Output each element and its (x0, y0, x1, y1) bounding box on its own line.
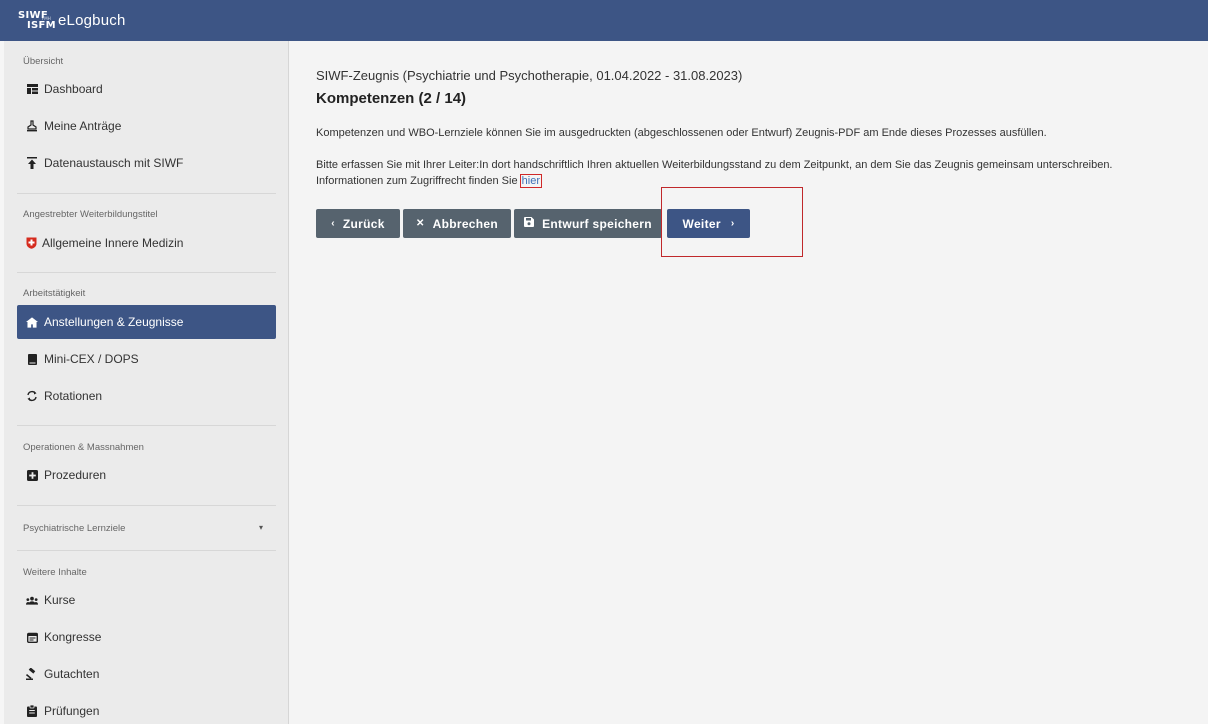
sidebar-divider (17, 193, 276, 194)
sidebar-section-operations: Operationen & Massnahmen (23, 442, 144, 453)
sidebar-item-innere-medizin[interactable]: Allgemeine Innere Medizin (17, 226, 276, 260)
sidebar-item-label: Datenaustausch mit SIWF (44, 156, 184, 170)
sidebar-item-minicex[interactable]: Mini-CEX / DOPS (17, 342, 276, 376)
main-content: SIWF-Zeugnis (Psychiatrie und Psychother… (290, 41, 1208, 724)
info-paragraph-2-line2: Informationen zum Zugriffrecht finden Si… (316, 175, 518, 187)
back-button-label: Zurück (342, 216, 385, 231)
plus-square-icon (26, 469, 38, 481)
sidebar-divider (17, 272, 276, 273)
app-logo[interactable]: SIWF FMH ISFM eLogbuch (18, 10, 126, 32)
annotation-highlight-box (661, 187, 803, 257)
sidebar-collapse-psych[interactable]: Psychiatrische Lernziele ▾ (23, 523, 263, 534)
sidebar-section-work: Arbeitstätigkeit (23, 288, 86, 299)
sidebar-item-anstellungen[interactable]: Anstellungen & Zeugnisse (17, 305, 276, 339)
users-icon (26, 594, 38, 606)
upload-icon (26, 157, 38, 169)
save-draft-button-label: Entwurf speichern (542, 216, 652, 231)
gavel-icon (26, 668, 38, 680)
sidebar-item-prozeduren[interactable]: Prozeduren (17, 458, 276, 492)
calendar-icon (26, 631, 38, 643)
info-paragraph-2-line1: Bitte erfassen Sie mit Ihrer Leiter:In d… (316, 159, 1113, 171)
sidebar-item-rotationen[interactable]: Rotationen (17, 379, 276, 413)
sidebar-item-label: Dashboard (44, 82, 103, 96)
dashboard-icon (26, 83, 38, 95)
sidebar-item-pruefungen[interactable]: Prüfungen (17, 694, 276, 724)
sidebar-divider (17, 425, 276, 426)
sidebar-item-gutachten[interactable]: Gutachten (17, 657, 276, 691)
book-icon (26, 353, 38, 365)
sidebar-item-label: Meine Anträge (44, 119, 122, 133)
close-icon: ✕ (415, 218, 425, 229)
sidebar-item-label: Mini-CEX / DOPS (44, 352, 139, 366)
sidebar: Übersicht Dashboard Meine Anträge Datena… (0, 41, 289, 724)
sidebar-item-label: Allgemeine Innere Medizin (42, 236, 184, 250)
logo-line2: ISFM (27, 19, 56, 31)
swiss-shield-icon (26, 237, 37, 249)
sidebar-item-label: Kongresse (44, 630, 102, 644)
stamp-icon (26, 120, 38, 132)
sidebar-item-label: Prüfungen (44, 704, 100, 718)
sidebar-item-dashboard[interactable]: Dashboard (17, 72, 276, 106)
sidebar-item-label: Kurse (44, 593, 76, 607)
sidebar-item-label: Prozeduren (44, 468, 107, 482)
sidebar-section-more: Weitere Inhalte (23, 567, 87, 578)
sidebar-item-label: Gutachten (44, 667, 100, 681)
chevron-down-icon: ▾ (258, 523, 263, 532)
sidebar-item-kongresse[interactable]: Kongresse (17, 620, 276, 654)
cancel-button[interactable]: ✕ Abbrechen (403, 209, 511, 238)
top-bar: SIWF FMH ISFM eLogbuch (0, 0, 1208, 41)
floppy-disk-icon (524, 217, 535, 230)
sidebar-item-label: Rotationen (44, 389, 103, 403)
save-draft-button[interactable]: Entwurf speichern (514, 209, 662, 238)
sidebar-divider (17, 505, 276, 506)
rotate-icon (26, 390, 38, 402)
cancel-button-label: Abbrechen (432, 216, 499, 231)
chevron-left-icon: ‹ (331, 218, 335, 229)
house-icon (26, 316, 38, 328)
page-subtitle: SIWF-Zeugnis (Psychiatrie und Psychother… (316, 68, 743, 83)
info-paragraph-2: Bitte erfassen Sie mit Ihrer Leiter:In d… (316, 157, 1186, 189)
back-button[interactable]: ‹ Zurück (316, 209, 400, 238)
sidebar-section-title: Angestrebter Weiterbildungstitel (23, 209, 158, 220)
sidebar-section-psych: Psychiatrische Lernziele (23, 523, 126, 534)
sidebar-item-kurse[interactable]: Kurse (17, 583, 276, 617)
access-rights-link[interactable]: hier (519, 174, 543, 188)
sidebar-section-overview: Übersicht (23, 56, 64, 67)
app-name: eLogbuch (58, 12, 126, 29)
sidebar-item-label: Anstellungen & Zeugnisse (44, 315, 184, 329)
siwf-logo-icon: SIWF FMH ISFM (18, 10, 56, 32)
info-paragraph-1: Kompetenzen und WBO-Lernziele können Sie… (316, 127, 1047, 139)
sidebar-item-datenaustausch[interactable]: Datenaustausch mit SIWF (17, 146, 276, 180)
page-title: Kompetenzen (2 / 14) (316, 90, 467, 107)
clipboard-icon (26, 705, 38, 717)
sidebar-divider (17, 550, 276, 551)
sidebar-item-antraege[interactable]: Meine Anträge (17, 109, 276, 143)
